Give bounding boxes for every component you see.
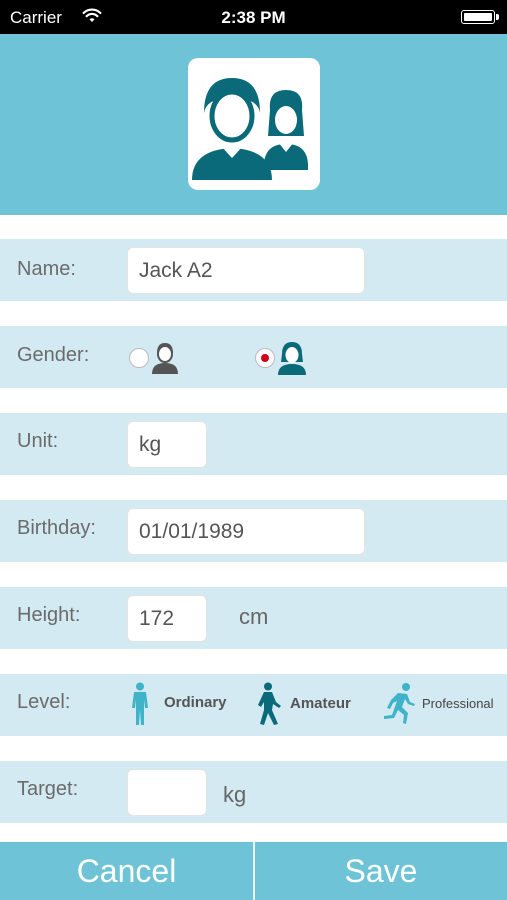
status-bar: Carrier 2:38 PM <box>0 0 507 34</box>
birthday-label: Birthday: <box>17 517 96 539</box>
target-row: Target: kg <box>0 761 507 823</box>
clock: 2:38 PM <box>221 8 286 27</box>
profile-avatar[interactable] <box>188 58 320 190</box>
battery-icon <box>461 10 499 24</box>
unit-label: Unit: <box>17 430 59 452</box>
unit-field[interactable]: kg <box>127 421 207 468</box>
target-unit-label: kg <box>223 782 247 807</box>
cancel-button[interactable]: Cancel <box>0 842 253 900</box>
name-row: Name: Jack A2 <box>0 239 507 301</box>
height-unit-label: cm <box>239 604 269 629</box>
height-field[interactable]: 172 <box>127 595 207 642</box>
gender-female-radio[interactable] <box>255 348 275 368</box>
level-option-amateur[interactable]: Amateur <box>256 680 372 730</box>
level-amateur-label: Amateur <box>290 695 351 712</box>
level-label: Level: <box>17 691 71 713</box>
target-label: Target: <box>17 778 79 800</box>
users-icon <box>192 78 308 180</box>
male-icon <box>151 341 179 380</box>
level-professional-label: Professional <box>422 696 494 711</box>
name-field[interactable]: Jack A2 <box>127 247 365 294</box>
level-ordinary-label: Ordinary <box>164 694 227 711</box>
profile-header <box>0 34 507 215</box>
gender-male-radio[interactable] <box>129 348 149 368</box>
gender-label: Gender: <box>17 344 90 366</box>
level-option-professional[interactable]: Professional <box>382 680 502 730</box>
gender-row: Gender: <box>0 326 507 388</box>
running-person-icon <box>384 683 415 724</box>
female-icon <box>277 340 307 381</box>
birthday-row: Birthday: 01/01/1989 <box>0 500 507 562</box>
target-field[interactable] <box>127 769 207 816</box>
footer-bar: Cancel Save <box>0 842 507 900</box>
level-option-ordinary[interactable]: Ordinary <box>129 680 245 730</box>
standing-person-icon <box>132 682 148 725</box>
unit-row: Unit: kg <box>0 413 507 475</box>
height-label: Height: <box>17 604 81 626</box>
birthday-field[interactable]: 01/01/1989 <box>127 508 365 555</box>
level-row: Level: Ordinary Amateur Professional <box>0 674 507 736</box>
save-button[interactable]: Save <box>255 842 507 900</box>
name-label: Name: <box>17 258 76 280</box>
height-row: Height: 172 cm <box>0 587 507 649</box>
walking-person-icon <box>258 682 281 725</box>
